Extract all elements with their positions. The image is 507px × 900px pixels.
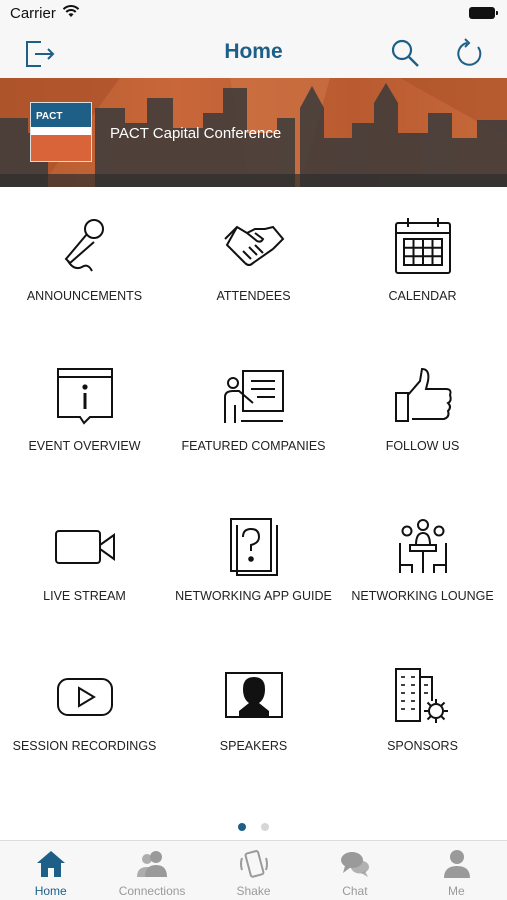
page-dot-1[interactable]: [238, 823, 247, 831]
handshake-icon: [224, 225, 285, 266]
tile-speakers[interactable]: SPEAKERS: [169, 637, 338, 787]
navigation-bar: Home: [0, 28, 507, 78]
tile-label: FEATURED COMPANIES: [181, 439, 326, 453]
tile-attendees[interactable]: ATTENDEES: [169, 187, 338, 337]
tile-label: CALENDAR: [388, 289, 457, 303]
status-bar: Carrier: [0, 0, 507, 28]
tile-label: NETWORKING LOUNGE: [351, 589, 494, 603]
building-gear-icon: [395, 668, 448, 723]
play-button-icon: [57, 678, 113, 716]
video-camera-icon: [55, 530, 115, 564]
presenter-icon: [224, 370, 284, 423]
question-book-icon: [230, 518, 278, 576]
page-indicator: [0, 818, 507, 836]
page-dot-2[interactable]: [260, 823, 269, 831]
tile-networking-lounge[interactable]: NETWORKING LOUNGE: [338, 487, 507, 637]
tile-label: FOLLOW US: [385, 439, 460, 453]
tile-calendar[interactable]: CALENDAR: [338, 187, 507, 337]
conference-logo: PACT: [30, 102, 92, 162]
tab-label: Home: [34, 884, 67, 898]
tab-label: Me: [447, 884, 465, 898]
page-title: Home: [224, 40, 283, 63]
chat-bubbles-icon: [341, 852, 370, 877]
carrier-label: Carrier: [10, 5, 56, 22]
tile-label: SESSION RECORDINGS: [12, 739, 157, 753]
tile-live-stream[interactable]: LIVE STREAM: [0, 487, 169, 637]
tab-shake[interactable]: Shake: [203, 841, 304, 900]
person-icon: [443, 850, 470, 878]
tile-networking-app-guide[interactable]: NETWORKING APP GUIDE: [169, 487, 338, 637]
info-board-icon: [57, 368, 113, 425]
tile-label: EVENT OVERVIEW: [28, 439, 141, 453]
calendar-icon: [395, 218, 451, 274]
tab-label: Chat: [342, 884, 368, 898]
conference-name: PACT Capital Conference: [110, 125, 282, 142]
microphone-icon: [64, 219, 104, 272]
tab-me[interactable]: Me: [406, 841, 507, 900]
tile-sponsors[interactable]: SPONSORS: [338, 637, 507, 787]
tile-label: ANNOUNCEMENTS: [26, 289, 143, 303]
tab-bar: Home Connections Shake Chat Me: [0, 840, 507, 900]
tile-label: NETWORKING APP GUIDE: [175, 589, 332, 603]
tab-chat[interactable]: Chat: [304, 841, 405, 900]
speaker-portrait-icon: [225, 672, 283, 718]
tile-label: ATTENDEES: [216, 289, 291, 303]
home-icon: [37, 851, 65, 877]
tab-label: Shake: [236, 884, 271, 898]
people-icon: [137, 851, 168, 877]
meeting-table-icon: [399, 519, 447, 573]
tab-label: Connections: [118, 884, 186, 898]
tile-label: LIVE STREAM: [43, 589, 126, 603]
tile-event-overview[interactable]: EVENT OVERVIEW: [0, 337, 169, 487]
logo-text: PACT: [36, 111, 63, 122]
tile-announcements[interactable]: ANNOUNCEMENTS: [0, 187, 169, 337]
tab-home[interactable]: Home: [0, 841, 101, 900]
conference-banner: PACT PACT Capital Conference: [0, 78, 507, 187]
tile-session-recordings[interactable]: SESSION RECORDINGS: [0, 637, 169, 787]
phone-shake-icon: [239, 850, 268, 878]
tile-featured-companies[interactable]: FEATURED COMPANIES: [169, 337, 338, 487]
refresh-icon[interactable]: [453, 36, 487, 70]
tile-follow-us[interactable]: FOLLOW US: [338, 337, 507, 487]
tile-label: SPEAKERS: [219, 739, 288, 753]
tab-connections[interactable]: Connections: [101, 841, 202, 900]
thumbs-up-icon: [395, 367, 452, 422]
tile-label: SPONSORS: [387, 739, 458, 753]
search-icon[interactable]: [388, 36, 422, 70]
battery-icon: [469, 7, 498, 19]
wifi-icon: [62, 5, 80, 17]
